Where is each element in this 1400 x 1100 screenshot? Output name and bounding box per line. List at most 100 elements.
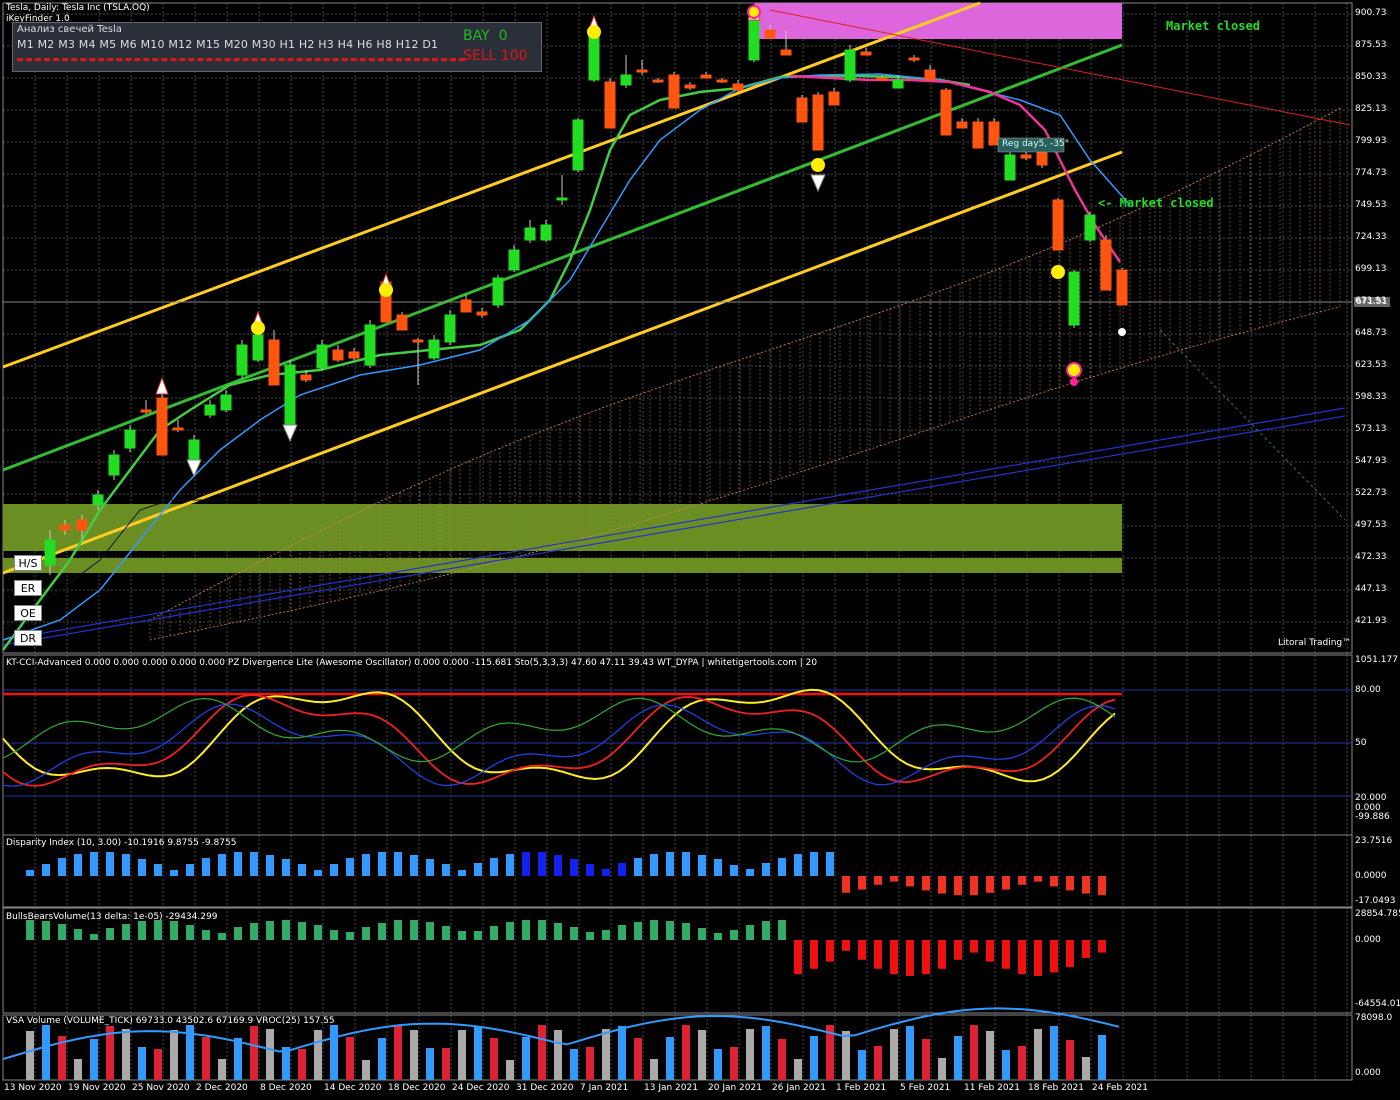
volume-bar (234, 1038, 242, 1080)
chart-canvas[interactable] (0, 0, 1400, 1100)
timeframe-m5[interactable]: M5 (99, 38, 120, 51)
price-tick: 648.73 (1355, 328, 1387, 338)
candle-body (700, 74, 712, 79)
projection-line (1159, 329, 1346, 521)
timeframe-m1[interactable]: M1 (17, 38, 38, 51)
side-button-oe[interactable]: OE (14, 605, 42, 621)
timeframe-m6[interactable]: M6 (120, 38, 141, 51)
date-tick: 24 Feb 2021 (1092, 1083, 1149, 1093)
bbv-bar (778, 920, 786, 940)
timeframe-m4[interactable]: M4 (79, 38, 100, 51)
volume-bar (1002, 1050, 1010, 1080)
bbv-bar (490, 926, 498, 940)
bbv-bar (714, 933, 722, 940)
bbv-bar (890, 940, 898, 975)
timeframe-m10[interactable]: M10 (141, 38, 169, 51)
timeframe-panel[interactable]: Анализ свечей Tesla M1 M2 M3 M4 M5 M6 M1… (12, 22, 542, 72)
volume-bar (1066, 1040, 1074, 1080)
volume-bar (554, 1030, 562, 1080)
candle-body (508, 249, 520, 271)
volume-bar (122, 1029, 130, 1080)
date-tick: 1 Feb 2021 (836, 1083, 887, 1093)
bbv-bar (266, 921, 274, 940)
bbv-bar (1066, 940, 1074, 967)
bbv-bar (122, 924, 130, 940)
volume-bar (538, 1025, 546, 1080)
candle-body (44, 539, 56, 566)
disparity-bar (1066, 876, 1074, 891)
timeframe-h3[interactable]: H3 (318, 38, 337, 51)
disparity-bar (122, 854, 130, 876)
candle-body (540, 224, 552, 241)
side-button-dr[interactable]: DR (14, 630, 42, 646)
cci-scale-tick: -99.886 (1355, 812, 1390, 822)
disparity-bar (634, 858, 642, 876)
candle-body (972, 121, 984, 149)
candle-body (668, 74, 680, 109)
price-tick: 900.73 (1355, 8, 1387, 18)
volume-bar (202, 1037, 210, 1080)
candle-body (876, 77, 888, 81)
volume-bar (858, 1050, 866, 1080)
disparity-bar (26, 870, 34, 876)
bbv-panel-title: BullsBearsVolume(13 delta: 1e-05) -29434… (6, 912, 218, 922)
disparity-bar (250, 852, 258, 876)
candle-body (444, 314, 456, 343)
disparity-bar (426, 859, 434, 876)
candle-body (220, 394, 232, 411)
volume-bar (1082, 1057, 1090, 1080)
timeframe-m2[interactable]: M2 (38, 38, 59, 51)
candle-body (636, 69, 648, 73)
timeframe-m15[interactable]: M15 (196, 38, 224, 51)
candle-body (59, 524, 71, 531)
timeframe-h8[interactable]: H8 (376, 38, 395, 51)
timeframe-h1[interactable]: H1 (280, 38, 299, 51)
price-tick: 850.33 (1355, 72, 1387, 82)
price-tick: 749.53 (1355, 200, 1387, 210)
timeframe-m3[interactable]: M3 (58, 38, 79, 51)
bbv-bar (1082, 940, 1090, 958)
volume-bar (442, 1048, 450, 1080)
disparity-bar (314, 870, 322, 876)
volume-bar (778, 1039, 786, 1080)
timeframe-h6[interactable]: H6 (357, 38, 376, 51)
timeframe-h12[interactable]: H12 (396, 38, 423, 51)
volume-bar (746, 1029, 754, 1080)
candle-body (124, 429, 136, 449)
volume-bar (810, 1036, 818, 1080)
volume-bar (378, 1038, 386, 1080)
timeframe-m30[interactable]: M30 (252, 38, 280, 51)
timeframe-m12[interactable]: M12 (168, 38, 196, 51)
volume-bar (762, 1026, 770, 1080)
timeframe-m20[interactable]: M20 (224, 38, 252, 51)
disparity-bar (554, 855, 562, 876)
disparity-scale-tick: 23.7516 (1355, 836, 1393, 846)
side-button-er[interactable]: ER (14, 580, 42, 596)
bbv-bar (138, 921, 146, 940)
bbv-bar (170, 921, 178, 940)
volume-bar (730, 1047, 738, 1080)
timeframe-d1[interactable]: D1 (422, 38, 438, 51)
volume-bar (1018, 1046, 1026, 1080)
disparity-bar (330, 864, 338, 876)
reg-label: Reg day5, -35° (1002, 139, 1070, 149)
timeframe-list[interactable]: M1 M2 M3 M4 M5 M6 M10 M12 M15 M20 M30 H1… (17, 38, 438, 51)
timeframe-h2[interactable]: H2 (299, 38, 318, 51)
timeframe-h4[interactable]: H4 (338, 38, 357, 51)
candle-body (524, 227, 536, 241)
candle-body (796, 97, 808, 123)
side-button-hs[interactable]: H/S (14, 555, 42, 571)
vsa-panel-title: VSA Volume (VOLUME_TICK) 69733.0 43502.6… (6, 1016, 335, 1026)
bbv-bar (762, 921, 770, 940)
disparity-bar (714, 859, 722, 876)
disparity-bar (90, 852, 98, 876)
disparity-bar (842, 876, 850, 893)
bbv-bar (554, 923, 562, 940)
disparity-bar (106, 852, 114, 876)
date-tick: 18 Dec 2020 (388, 1083, 446, 1093)
candle-body (1116, 269, 1128, 306)
cci-scale-tick: 50 (1355, 738, 1367, 748)
bbv-bar (218, 933, 226, 940)
volume-bar (634, 1038, 642, 1080)
price-tick: 825.13 (1355, 104, 1387, 114)
